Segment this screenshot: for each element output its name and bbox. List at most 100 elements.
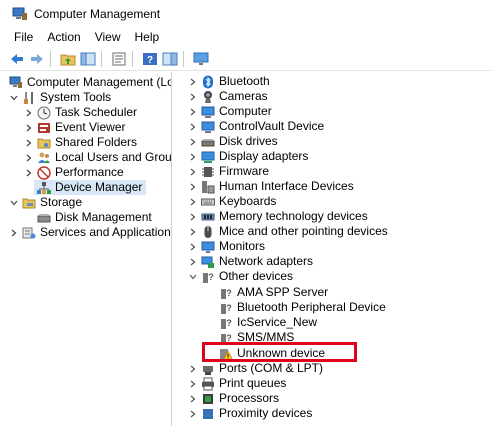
disk-drive-icon: [201, 135, 215, 149]
tree-item-device-manager[interactable]: Device Manager: [34, 180, 147, 195]
chevron-right-icon[interactable]: [188, 391, 198, 406]
shared-folder-icon: [37, 136, 51, 150]
chevron-right-icon[interactable]: [188, 254, 198, 269]
device-category-ports[interactable]: Ports (COM & LPT): [188, 361, 323, 376]
device-category-network-adapters[interactable]: Network adapters: [188, 254, 313, 269]
console-tree-pane: Computer Management (Local System Tools …: [0, 72, 172, 426]
chevron-right-icon[interactable]: [24, 135, 34, 150]
device-item-label: AMA SPP Server: [237, 285, 329, 299]
device-category-memory-technology-devices[interactable]: Memory technology devices: [188, 209, 368, 224]
menu-bar: File Action View Help: [0, 28, 491, 46]
chevron-down-icon[interactable]: [9, 195, 19, 210]
tree-item-system-tools[interactable]: System Tools: [9, 90, 111, 105]
svg-text:?: ?: [226, 333, 232, 343]
chevron-right-icon[interactable]: [188, 179, 198, 194]
device-category-processors[interactable]: Processors: [188, 391, 279, 406]
menu-help[interactable]: Help: [133, 30, 162, 44]
device-category-controlvault-device[interactable]: ControlVault Device: [188, 119, 324, 134]
menu-view[interactable]: View: [93, 30, 123, 44]
device-category-label: Ports (COM & LPT): [219, 361, 324, 375]
chevron-right-icon[interactable]: [24, 165, 34, 180]
device-category-print-queues[interactable]: Print queues: [188, 376, 286, 391]
chevron-right-icon[interactable]: [188, 239, 198, 254]
disk-icon: [37, 211, 51, 225]
chevron-right-icon[interactable]: [9, 225, 19, 240]
device-category-disk-drives[interactable]: Disk drives: [188, 134, 278, 149]
device-category-bluetooth[interactable]: Bluetooth: [188, 74, 270, 89]
tree-item-task-scheduler[interactable]: Task Scheduler: [24, 105, 137, 120]
chevron-right-icon[interactable]: [24, 150, 34, 165]
tree-item-services-and-applications[interactable]: Services and Applications: [9, 225, 172, 240]
forward-arrow-icon[interactable]: [29, 51, 45, 67]
device-category-proximity-devices[interactable]: Proximity devices: [188, 406, 312, 421]
chevron-right-icon[interactable]: [188, 376, 198, 391]
device-category-firmware[interactable]: Firmware: [188, 164, 269, 179]
chevron-right-icon[interactable]: [24, 120, 34, 135]
device-category-human-interface-devices[interactable]: Human Interface Devices: [188, 179, 354, 194]
help-icon[interactable]: ?: [142, 51, 158, 67]
chevron-right-icon[interactable]: [188, 134, 198, 149]
device-category-label: Proximity devices: [219, 406, 313, 420]
device-category-keyboards[interactable]: Keyboards: [188, 194, 276, 209]
chevron-down-icon[interactable]: [188, 269, 198, 284]
device-category-cameras[interactable]: Cameras: [188, 89, 268, 104]
chevron-right-icon[interactable]: [24, 105, 34, 120]
up-folder-icon[interactable]: [60, 51, 76, 67]
tree-item-event-viewer[interactable]: Event Viewer: [24, 120, 125, 135]
tree-item-performance[interactable]: Performance: [24, 165, 124, 180]
camera-icon: [201, 90, 215, 104]
chevron-right-icon[interactable]: [188, 224, 198, 239]
chevron-right-icon[interactable]: [188, 119, 198, 134]
chevron-right-icon[interactable]: [188, 104, 198, 119]
tree-item-shared-folders[interactable]: Shared Folders: [24, 135, 137, 150]
hid-icon: [201, 180, 215, 194]
clock-icon: [37, 106, 51, 120]
device-item-icservice-new[interactable]: ? IcService_New: [216, 315, 317, 330]
svg-text:?: ?: [147, 55, 153, 66]
firmware-icon: [201, 165, 215, 179]
window-title: Computer Management: [34, 7, 161, 21]
chevron-right-icon[interactable]: [188, 74, 198, 89]
toolbar-separator: [50, 51, 51, 67]
chevron-right-icon[interactable]: [188, 194, 198, 209]
event-viewer-icon: [37, 121, 51, 135]
back-arrow-icon[interactable]: [9, 51, 25, 67]
tree-item-disk-management[interactable]: Disk Management: [34, 210, 152, 225]
tree-item-local-users-and-groups[interactable]: Local Users and Groups: [24, 150, 171, 165]
svg-text:?: ?: [226, 303, 232, 313]
chevron-right-icon[interactable]: [188, 406, 198, 421]
device-category-display-adapters[interactable]: Display adapters: [188, 149, 308, 164]
chevron-right-icon[interactable]: [188, 361, 198, 376]
tree-item-label: Services and Applications: [40, 225, 172, 239]
chevron-down-icon[interactable]: [9, 90, 19, 105]
console-icon[interactable]: [162, 51, 178, 67]
device-item-ama-spp-server[interactable]: ? AMA SPP Server: [216, 285, 328, 300]
device-item-label: Bluetooth Peripheral Device: [237, 300, 386, 314]
tree-item-label: Performance: [55, 165, 124, 179]
monitor-icon[interactable]: [193, 51, 209, 67]
chevron-right-icon[interactable]: [188, 164, 198, 179]
device-category-label: Bluetooth: [219, 74, 270, 88]
chevron-right-icon[interactable]: [188, 89, 198, 104]
device-category-label: Network adapters: [219, 254, 314, 268]
device-category-monitors[interactable]: Monitors: [188, 239, 265, 254]
device-category-other-devices[interactable]: ? Other devices: [188, 269, 293, 284]
highlight-box: [202, 342, 357, 362]
chevron-right-icon[interactable]: [188, 209, 198, 224]
device-category-computer[interactable]: Computer: [188, 104, 272, 119]
menu-file[interactable]: File: [12, 30, 35, 44]
show-hide-tree-icon[interactable]: [80, 51, 96, 67]
display-adapter-icon: [201, 150, 215, 164]
chevron-right-icon[interactable]: [188, 149, 198, 164]
tree-item-storage[interactable]: Storage: [9, 195, 82, 210]
device-item-label: IcService_New: [237, 315, 318, 329]
menu-action[interactable]: Action: [45, 30, 82, 44]
properties-icon[interactable]: [111, 51, 127, 67]
device-item-bluetooth-peripheral-device[interactable]: ? Bluetooth Peripheral Device: [216, 300, 386, 315]
controlvault-icon: [201, 120, 215, 134]
tree-item-computer-management[interactable]: Computer Management (Local: [2, 75, 171, 90]
tree-item-label: Disk Management: [55, 210, 152, 224]
toolbar-separator: [183, 51, 184, 67]
proximity-icon: [201, 407, 215, 421]
device-category-mice[interactable]: Mice and other pointing devices: [188, 224, 388, 239]
